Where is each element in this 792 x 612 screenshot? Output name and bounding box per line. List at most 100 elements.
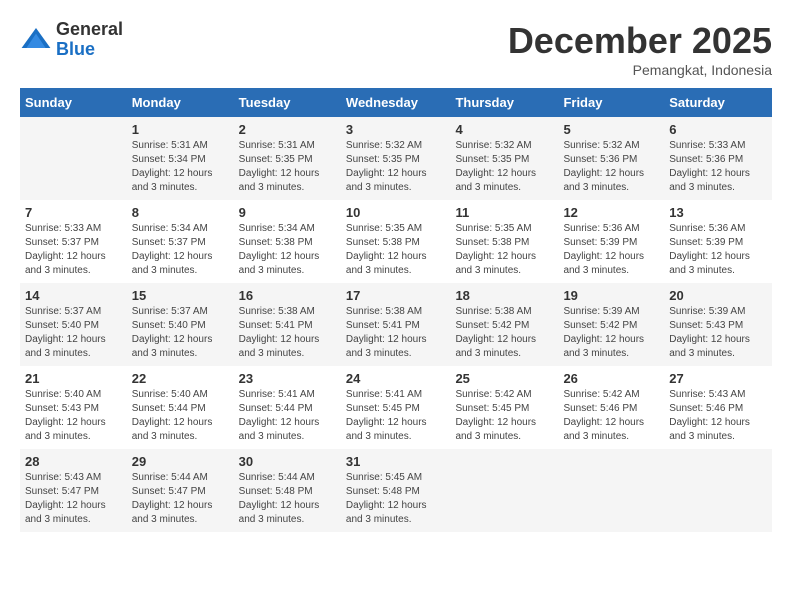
calendar-cell: 30 Sunrise: 5:44 AM Sunset: 5:48 PM Dayli…: [234, 449, 341, 532]
calendar-cell: [20, 117, 127, 200]
calendar-row: 28 Sunrise: 5:43 AM Sunset: 5:47 PM Dayli…: [20, 449, 772, 532]
day-info: Sunrise: 5:36 AM Sunset: 5:39 PM Dayligh…: [563, 222, 659, 278]
location: Pemangkat, Indonesia: [508, 62, 772, 78]
calendar-cell: [558, 449, 664, 532]
day-info: Sunrise: 5:40 AM Sunset: 5:43 PM Dayligh…: [25, 388, 122, 444]
day-number: 28: [25, 454, 122, 469]
calendar-cell: 14Sunrise: 5:37 AM Sunset: 5:40 PM Dayli…: [20, 283, 127, 366]
day-number: 3: [346, 122, 446, 137]
day-info: Sunrise: 5:34 AM Sunset: 5:38 PM Dayligh…: [239, 222, 336, 278]
day-number: 15: [132, 288, 229, 303]
calendar-cell: 8 Sunrise: 5:34 AM Sunset: 5:37 PM Daylig…: [127, 200, 234, 283]
calendar-cell: 22Sunrise: 5:40 AM Sunset: 5:44 PM Dayli…: [127, 366, 234, 449]
day-info: Sunrise: 5:36 AM Sunset: 5:39 PM Dayligh…: [669, 222, 767, 278]
day-info: Sunrise: 5:43 AM Sunset: 5:46 PM Dayligh…: [669, 388, 767, 444]
logo-general: General: [56, 20, 123, 40]
calendar-cell: 26Sunrise: 5:42 AM Sunset: 5:46 PM Dayli…: [558, 366, 664, 449]
day-info: Sunrise: 5:42 AM Sunset: 5:46 PM Dayligh…: [563, 388, 659, 444]
day-number: 17: [346, 288, 446, 303]
day-info: Sunrise: 5:38 AM Sunset: 5:42 PM Dayligh…: [455, 305, 553, 361]
day-number: 27: [669, 371, 767, 386]
calendar-cell: 31 Sunrise: 5:45 AM Sunset: 5:48 PM Dayli…: [341, 449, 451, 532]
title-section: December 2025 Pemangkat, Indonesia: [508, 20, 772, 78]
day-number: 1: [132, 122, 229, 137]
header-day: Thursday: [450, 88, 558, 117]
day-info: Sunrise: 5:44 AM Sunset: 5:47 PM Dayligh…: [132, 471, 229, 527]
calendar-cell: 6 Sunrise: 5:33 AM Sunset: 5:36 PM Daylig…: [664, 117, 772, 200]
header-day: Wednesday: [341, 88, 451, 117]
header-day: Sunday: [20, 88, 127, 117]
day-info: Sunrise: 5:45 AM Sunset: 5:48 PM Dayligh…: [346, 471, 446, 527]
day-number: 29: [132, 454, 229, 469]
calendar-cell: 21 Sunrise: 5:40 AM Sunset: 5:43 PM Dayli…: [20, 366, 127, 449]
month-title: December 2025: [508, 20, 772, 62]
day-info: Sunrise: 5:44 AM Sunset: 5:48 PM Dayligh…: [239, 471, 336, 527]
day-info: Sunrise: 5:35 AM Sunset: 5:38 PM Dayligh…: [346, 222, 446, 278]
day-info: Sunrise: 5:43 AM Sunset: 5:47 PM Dayligh…: [25, 471, 122, 527]
day-info: Sunrise: 5:39 AM Sunset: 5:43 PM Dayligh…: [669, 305, 767, 361]
day-number: 30: [239, 454, 336, 469]
day-number: 22: [132, 371, 229, 386]
day-info: Sunrise: 5:37 AM Sunset: 5:40 PM Dayligh…: [25, 305, 122, 361]
day-number: 24: [346, 371, 446, 386]
day-number: 10: [346, 205, 446, 220]
calendar-cell: 18Sunrise: 5:38 AM Sunset: 5:42 PM Dayli…: [450, 283, 558, 366]
day-number: 4: [455, 122, 553, 137]
day-info: Sunrise: 5:32 AM Sunset: 5:35 PM Dayligh…: [346, 139, 446, 195]
calendar-cell: 9 Sunrise: 5:34 AM Sunset: 5:38 PM Daylig…: [234, 200, 341, 283]
calendar-cell: 16 Sunrise: 5:38 AM Sunset: 5:41 PM Dayli…: [234, 283, 341, 366]
day-info: Sunrise: 5:34 AM Sunset: 5:37 PM Dayligh…: [132, 222, 229, 278]
day-number: 7: [25, 205, 122, 220]
calendar-cell: 29 Sunrise: 5:44 AM Sunset: 5:47 PM Dayli…: [127, 449, 234, 532]
calendar-cell: 15 Sunrise: 5:37 AM Sunset: 5:40 PM Dayli…: [127, 283, 234, 366]
calendar-cell: 25Sunrise: 5:42 AM Sunset: 5:45 PM Dayli…: [450, 366, 558, 449]
day-number: 13: [669, 205, 767, 220]
calendar-cell: 2 Sunrise: 5:31 AM Sunset: 5:35 PM Daylig…: [234, 117, 341, 200]
calendar-row: 1Sunrise: 5:31 AM Sunset: 5:34 PM Daylig…: [20, 117, 772, 200]
calendar-cell: 4 Sunrise: 5:32 AM Sunset: 5:35 PM Daylig…: [450, 117, 558, 200]
day-number: 8: [132, 205, 229, 220]
calendar-row: 14Sunrise: 5:37 AM Sunset: 5:40 PM Dayli…: [20, 283, 772, 366]
day-info: Sunrise: 5:33 AM Sunset: 5:37 PM Dayligh…: [25, 222, 122, 278]
day-info: Sunrise: 5:41 AM Sunset: 5:45 PM Dayligh…: [346, 388, 446, 444]
calendar-cell: 5Sunrise: 5:32 AM Sunset: 5:36 PM Daylig…: [558, 117, 664, 200]
day-info: Sunrise: 5:35 AM Sunset: 5:38 PM Dayligh…: [455, 222, 553, 278]
calendar-header: SundayMondayTuesdayWednesdayThursdayFrid…: [20, 88, 772, 117]
calendar-row: 7 Sunrise: 5:33 AM Sunset: 5:37 PM Daylig…: [20, 200, 772, 283]
calendar-cell: 23 Sunrise: 5:41 AM Sunset: 5:44 PM Dayli…: [234, 366, 341, 449]
day-info: Sunrise: 5:38 AM Sunset: 5:41 PM Dayligh…: [239, 305, 336, 361]
calendar-cell: 28 Sunrise: 5:43 AM Sunset: 5:47 PM Dayli…: [20, 449, 127, 532]
day-number: 16: [239, 288, 336, 303]
header-day: Friday: [558, 88, 664, 117]
day-info: Sunrise: 5:41 AM Sunset: 5:44 PM Dayligh…: [239, 388, 336, 444]
day-number: 20: [669, 288, 767, 303]
day-number: 6: [669, 122, 767, 137]
calendar-cell: 7 Sunrise: 5:33 AM Sunset: 5:37 PM Daylig…: [20, 200, 127, 283]
calendar-table: SundayMondayTuesdayWednesdayThursdayFrid…: [20, 88, 772, 532]
calendar-cell: 13 Sunrise: 5:36 AM Sunset: 5:39 PM Dayli…: [664, 200, 772, 283]
day-number: 19: [563, 288, 659, 303]
calendar-cell: 17 Sunrise: 5:38 AM Sunset: 5:41 PM Dayli…: [341, 283, 451, 366]
calendar-cell: 11 Sunrise: 5:35 AM Sunset: 5:38 PM Dayli…: [450, 200, 558, 283]
day-info: Sunrise: 5:32 AM Sunset: 5:36 PM Dayligh…: [563, 139, 659, 195]
calendar-cell: 1Sunrise: 5:31 AM Sunset: 5:34 PM Daylig…: [127, 117, 234, 200]
day-number: 9: [239, 205, 336, 220]
day-number: 21: [25, 371, 122, 386]
page-header: General Blue December 2025 Pemangkat, In…: [20, 20, 772, 78]
day-info: Sunrise: 5:32 AM Sunset: 5:35 PM Dayligh…: [455, 139, 553, 195]
header-day: Monday: [127, 88, 234, 117]
calendar-cell: [450, 449, 558, 532]
logo-text: General Blue: [56, 20, 123, 60]
calendar-cell: 12 Sunrise: 5:36 AM Sunset: 5:39 PM Dayli…: [558, 200, 664, 283]
day-number: 2: [239, 122, 336, 137]
day-number: 11: [455, 205, 553, 220]
day-info: Sunrise: 5:33 AM Sunset: 5:36 PM Dayligh…: [669, 139, 767, 195]
day-info: Sunrise: 5:31 AM Sunset: 5:35 PM Dayligh…: [239, 139, 336, 195]
day-info: Sunrise: 5:38 AM Sunset: 5:41 PM Dayligh…: [346, 305, 446, 361]
header-day: Tuesday: [234, 88, 341, 117]
day-number: 31: [346, 454, 446, 469]
day-number: 23: [239, 371, 336, 386]
day-info: Sunrise: 5:37 AM Sunset: 5:40 PM Dayligh…: [132, 305, 229, 361]
day-number: 12: [563, 205, 659, 220]
calendar-cell: 27 Sunrise: 5:43 AM Sunset: 5:46 PM Dayli…: [664, 366, 772, 449]
